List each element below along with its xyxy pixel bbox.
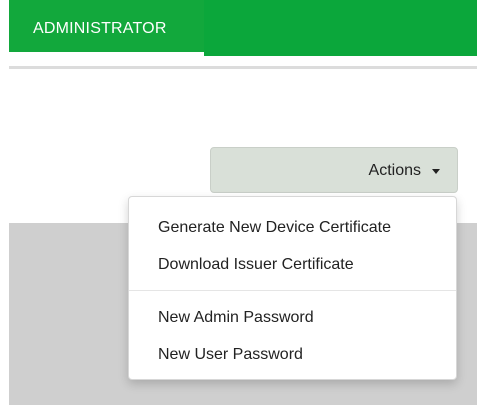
actions-dropdown-button[interactable]: Actions [210,147,458,193]
menu-item-new-user-password[interactable]: New User Password [129,337,456,371]
menu-item-label: New Admin Password [158,309,314,326]
actions-button-label: Actions [368,162,421,179]
menu-item-new-admin-password[interactable]: New Admin Password [129,300,456,334]
menu-item-label: Generate New Device Certificate [158,219,391,236]
caret-down-icon [432,169,440,174]
admin-page: ADMINISTRATOR Actions Generate New Devic… [0,0,477,405]
tab-underline [9,66,477,69]
actions-dropdown-menu: Generate New Device Certificate Download… [128,196,457,380]
menu-item-generate-device-certificate[interactable]: Generate New Device Certificate [129,210,456,244]
tab-administrator[interactable]: ADMINISTRATOR [9,0,204,56]
tab-administrator-label: ADMINISTRATOR [33,20,167,37]
menu-divider [129,290,456,291]
menu-item-label: Download Issuer Certificate [158,256,354,273]
menu-item-label: New User Password [158,346,303,363]
menu-item-download-issuer-certificate[interactable]: Download Issuer Certificate [129,247,456,281]
